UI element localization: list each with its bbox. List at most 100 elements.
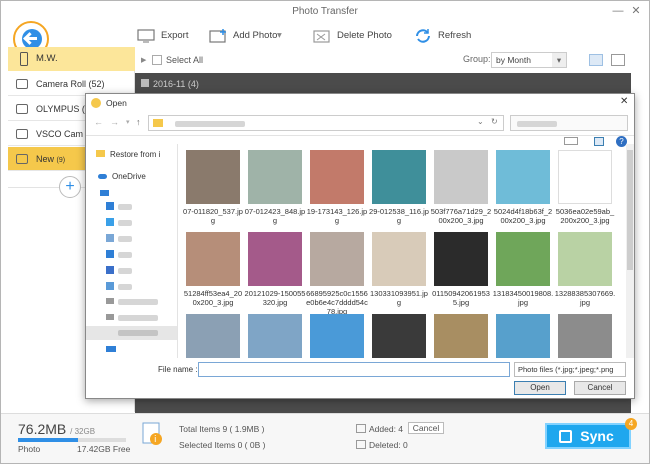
file-thumbnail[interactable] [248,314,302,358]
chevron-down-icon: ▾ [552,53,566,67]
file-thumbnail[interactable] [186,150,240,204]
delete-photo-icon [313,30,330,43]
filename-input[interactable] [198,362,510,377]
album-icon [16,129,28,139]
chevron-down-icon: ▾ [277,30,282,41]
delete-photo-button[interactable]: Delete Photo [313,27,393,45]
selected-items: Selected Items 0 ( 0B ) [179,440,266,450]
file-thumbnail[interactable] [248,150,302,204]
close-icon[interactable]: ✕ [629,4,643,18]
date-checkbox[interactable] [141,79,149,87]
album-label: Camera Roll [36,79,87,89]
folder-icon [106,218,114,226]
grid-small-icon[interactable] [589,54,603,66]
file-thumbnail[interactable] [186,314,240,358]
file-thumbnail[interactable] [186,232,240,286]
search-placeholder-blurred [517,121,557,127]
refresh-icon [416,29,430,43]
dialog-title: Open [106,98,127,108]
file-thumbnail[interactable] [310,150,364,204]
file-name: 29-012538_116.jpg [369,207,429,225]
nav-forward-icon[interactable]: → [110,117,119,127]
download-icon [106,250,114,258]
drive-icon [106,298,114,304]
cancel-button[interactable]: Cancel [574,381,626,395]
folder-icon [106,202,114,210]
nav-back-icon[interactable]: ← [94,117,103,127]
grid-large-icon[interactable] [611,54,625,66]
sync-button[interactable]: Sync [545,423,631,449]
added-icon [356,424,366,433]
file-thumbnail[interactable] [496,232,550,286]
export-button[interactable]: Export [137,27,207,45]
export-label: Export [161,30,189,41]
music-icon [106,266,114,274]
dialog-close-icon[interactable]: ✕ [620,96,628,107]
video-icon [106,282,114,290]
file-grid: 07-011820_537.jpg 07-012423_848.jpg 19-173… [182,150,622,358]
file-name: 503f776a71d29_200x200_3.jpg [430,207,492,225]
pc-icon [100,190,109,196]
file-name: 130331093951.jpg [370,289,428,307]
chevron-down-icon[interactable]: ⌄ [477,117,484,126]
refresh-button[interactable]: Refresh [414,27,474,45]
file-name: 5036ea02e59ab_200x200_3.jpg [555,207,615,225]
group-select[interactable]: by Month ▾ [491,52,567,68]
file-thumbnail[interactable] [496,150,550,204]
nav-selected-drive[interactable] [86,326,177,340]
group-label: Group: [463,54,491,64]
file-scrollbar[interactable] [626,144,634,358]
nav-onedrive[interactable]: OneDrive [98,172,146,181]
nav-restore[interactable]: Restore from i [96,150,160,159]
file-thumbnail[interactable] [372,314,426,358]
add-album-button[interactable]: + [59,176,81,198]
file-thumbnail[interactable] [310,232,364,286]
sync-icon [559,430,572,443]
date-label: 2016-11 [153,79,186,89]
search-input[interactable] [510,115,628,131]
file-name: 13288385307669.jpg [554,289,616,307]
view-menu-icon[interactable] [564,137,578,145]
file-thumbnail[interactable] [558,314,612,358]
file-thumbnail[interactable] [558,150,612,204]
nav-up-icon[interactable]: ↑ [136,117,141,127]
refresh-label: Refresh [438,30,472,41]
filetype-select[interactable]: Photo files (*.jpg;*.jpeg;*.png [514,362,626,377]
minimize-icon[interactable]: — [611,4,625,18]
file-name: 07-011820_537.jpg [183,207,243,225]
group-value: by Month [496,55,531,65]
filetype-value: Photo files (*.jpg;*.jpeg;*.png [518,365,614,374]
deleted-icon [356,440,366,449]
file-name: 07-012423_848.jpg [244,207,306,225]
file-thumbnail[interactable] [372,232,426,286]
cancel-transfer-button[interactable]: Cancel [408,422,444,434]
add-album-icon [16,154,28,164]
cloud-icon [98,174,107,179]
select-all-checkbox[interactable] [152,55,162,65]
address-bar[interactable]: ⌄ ↻ [148,115,504,131]
storage-type: Photo [18,444,41,454]
file-thumbnail[interactable] [434,150,488,204]
file-thumbnail[interactable] [496,314,550,358]
folder-icon [153,119,163,127]
refresh-path-icon[interactable]: ↻ [491,117,498,126]
title-bar: Photo Transfer [1,1,649,23]
file-thumbnail[interactable] [248,232,302,286]
file-thumbnail[interactable] [434,232,488,286]
file-thumbnail[interactable] [434,314,488,358]
window-title: Photo Transfer [292,6,358,17]
nav-recent-icon[interactable]: ▾ [126,118,130,126]
file-thumbnail[interactable] [310,314,364,358]
svg-text:i: i [154,435,157,445]
add-photo-icon [209,29,226,43]
preview-pane-icon[interactable] [594,137,604,146]
add-photo-button[interactable]: Add Photo ▾ [209,27,289,45]
file-thumbnail[interactable] [372,150,426,204]
album-label: New [36,154,55,164]
file-name: 20121029-150055320.jpg [244,289,306,307]
open-button[interactable]: Open [514,381,566,395]
drive-icon [106,314,114,320]
date-count: (4) [187,79,199,89]
file-thumbnail[interactable] [558,232,612,286]
device-item[interactable]: M.W. [8,47,135,71]
